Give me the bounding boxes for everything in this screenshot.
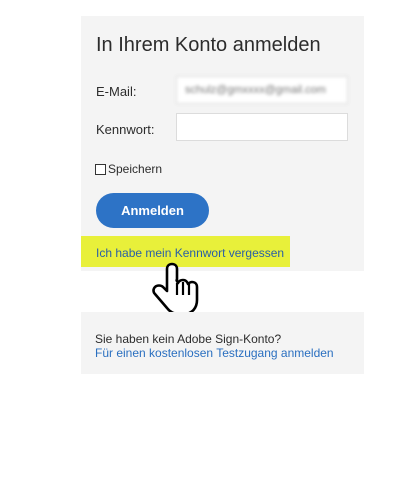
remember-checkbox-row[interactable]: Speichern bbox=[95, 162, 162, 176]
free-trial-signup-link[interactable]: Für einen kostenlosen Testzugang anmelde… bbox=[95, 346, 334, 360]
password-field[interactable] bbox=[176, 113, 348, 141]
email-field[interactable] bbox=[176, 76, 348, 104]
remember-checkbox[interactable] bbox=[95, 163, 106, 175]
email-label: E-Mail: bbox=[96, 84, 137, 99]
remember-label: Speichern bbox=[108, 162, 163, 176]
login-title: In Ihrem Konto anmelden bbox=[96, 34, 321, 56]
signup-question: Sie haben kein Adobe Sign-Konto? bbox=[95, 332, 282, 346]
signin-button[interactable]: Anmelden bbox=[96, 193, 209, 228]
login-card: In Ihrem Konto anmelden E-Mail: Kennwort… bbox=[81, 16, 364, 271]
forgot-password-link[interactable]: Ich habe mein Kennwort vergessen bbox=[96, 246, 284, 260]
hand-pointer-icon bbox=[152, 262, 199, 316]
password-label: Kennwort: bbox=[96, 122, 155, 137]
signup-card: Sie haben kein Adobe Sign-Konto? Für ein… bbox=[81, 312, 364, 374]
